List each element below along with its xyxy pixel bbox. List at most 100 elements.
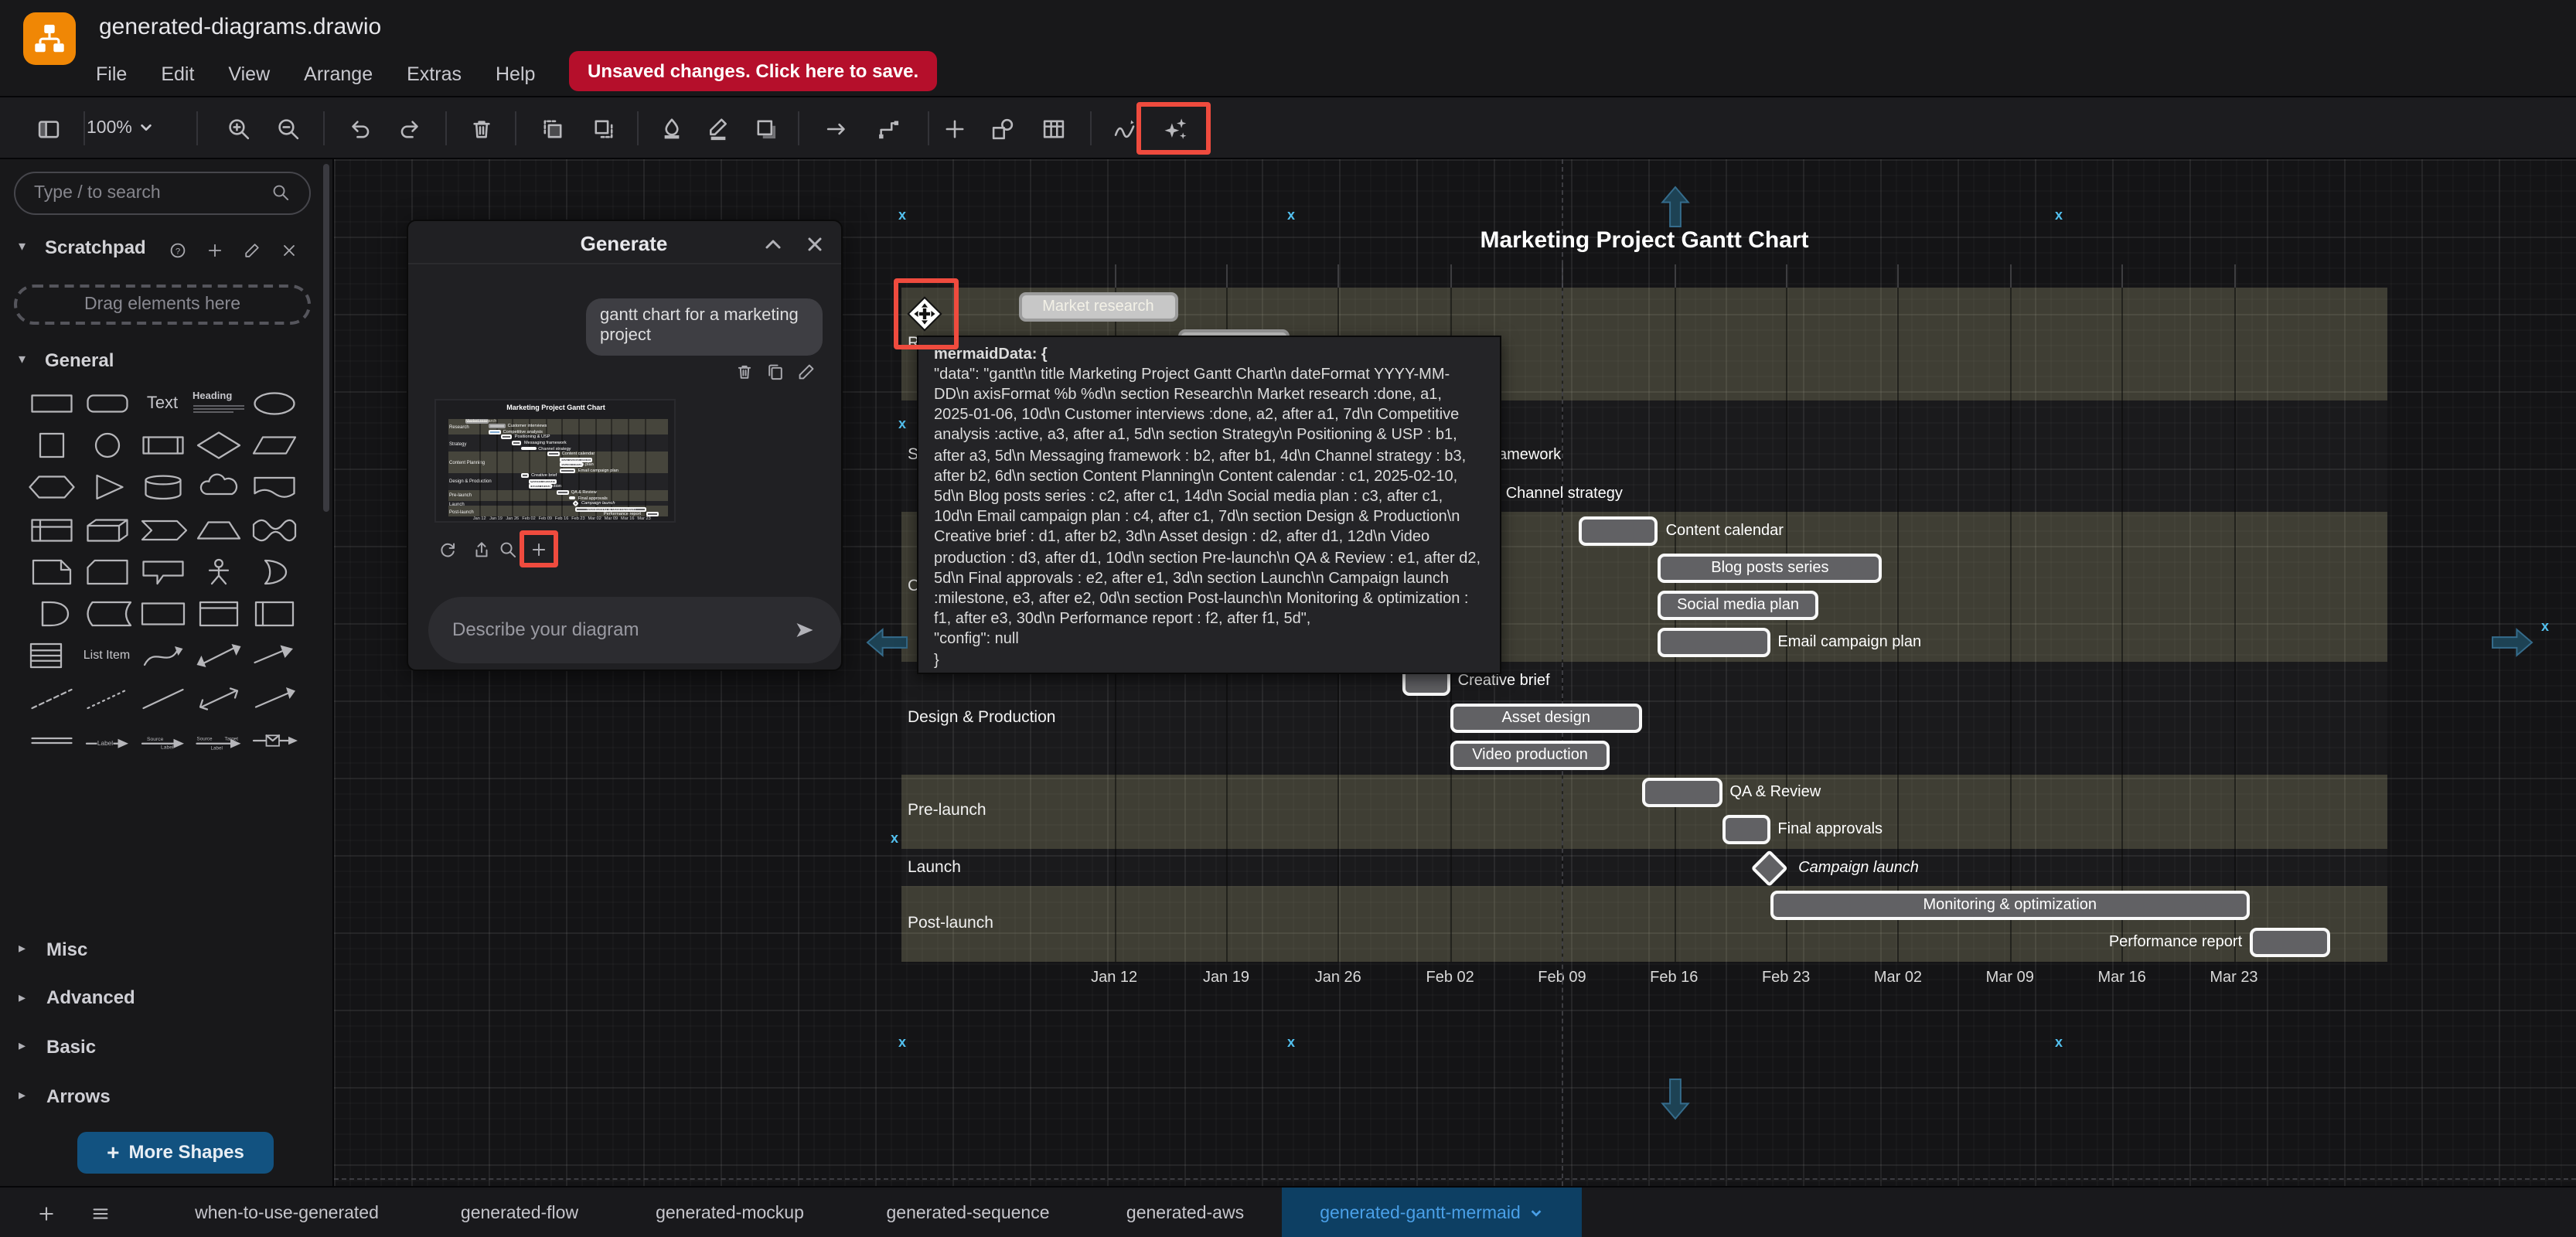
menu-view[interactable]: View xyxy=(228,63,270,85)
shape-or[interactable] xyxy=(248,551,299,591)
sidebar-category-advanced[interactable]: ▸Advanced xyxy=(19,987,135,1008)
share-icon[interactable] xyxy=(471,540,492,561)
shape-link[interactable] xyxy=(26,720,77,760)
shape-document[interactable] xyxy=(248,466,299,506)
gantt-bar-e1[interactable] xyxy=(1642,778,1722,807)
sidebar-section-general[interactable]: ▾ General xyxy=(19,349,114,370)
shape-triangle[interactable] xyxy=(81,466,132,506)
waypoints-icon[interactable] xyxy=(869,110,906,147)
extend-canvas-up-arrow[interactable] xyxy=(1661,186,1690,236)
menu-extras[interactable]: Extras xyxy=(407,63,462,85)
shape-arrow[interactable] xyxy=(248,635,299,675)
shape-circle[interactable] xyxy=(81,424,132,465)
scratchpad-help-icon[interactable]: ? xyxy=(169,239,187,257)
shape-process[interactable] xyxy=(137,424,188,465)
delete-icon[interactable] xyxy=(462,110,499,147)
gantt-bar-e2[interactable] xyxy=(1722,816,1770,845)
to-front-icon[interactable] xyxy=(533,110,571,147)
shape-directional-connector[interactable] xyxy=(248,678,299,718)
send-icon[interactable] xyxy=(792,618,816,642)
shape-bidirectional-connector[interactable] xyxy=(193,678,244,718)
shape-card[interactable] xyxy=(81,551,132,591)
gantt-bar-mini[interactable] xyxy=(560,469,576,473)
shape-cloud[interactable] xyxy=(193,466,244,506)
gantt-bar-mini[interactable] xyxy=(547,452,559,456)
shape-text[interactable]: Text xyxy=(137,383,188,423)
fill-color-icon[interactable] xyxy=(653,110,690,147)
edit-prompt-icon[interactable] xyxy=(796,362,817,383)
shape-hexagon[interactable] xyxy=(26,466,77,506)
undo-icon[interactable] xyxy=(340,110,377,147)
gantt-bar-mini[interactable] xyxy=(501,435,513,440)
shape-trapezoid[interactable] xyxy=(193,509,244,550)
close-icon[interactable] xyxy=(803,233,825,255)
delete-prompt-icon[interactable] xyxy=(734,362,755,383)
shape-curve[interactable] xyxy=(137,635,188,675)
generated-diagram-preview[interactable]: Marketing Project Gantt ChartResearchStr… xyxy=(434,398,675,522)
shape-diamond[interactable] xyxy=(193,424,244,465)
shape-and[interactable] xyxy=(26,593,77,633)
gantt-bar-f2[interactable] xyxy=(2250,928,2329,957)
gantt-bar-mini[interactable] xyxy=(646,512,658,516)
gantt-bar-mini[interactable] xyxy=(513,441,522,445)
shape-ellipse[interactable] xyxy=(248,383,299,423)
shape-arrow-source-label[interactable]: SourceLabel xyxy=(137,720,188,760)
shape-note[interactable] xyxy=(26,551,77,591)
shape-step[interactable] xyxy=(137,509,188,550)
shape-actor[interactable] xyxy=(193,551,244,591)
shape-callout[interactable] xyxy=(137,551,188,591)
shape-dashed-line[interactable] xyxy=(26,678,77,718)
gantt-bar-c1[interactable] xyxy=(1578,516,1658,546)
sidebar-category-misc[interactable]: ▸Misc xyxy=(19,938,87,959)
gantt-bar-c4[interactable] xyxy=(1658,629,1770,658)
shape-internal-storage[interactable] xyxy=(26,509,77,550)
shape-vertical-container[interactable] xyxy=(193,593,244,633)
shape-cylinder[interactable] xyxy=(137,466,188,506)
tab-generated-sequence[interactable]: generated-sequence xyxy=(887,1188,1050,1237)
zoom-level-dropdown[interactable]: 100% xyxy=(87,112,154,143)
tab-generated-flow[interactable]: generated-flow xyxy=(461,1188,578,1237)
menu-arrange[interactable]: Arrange xyxy=(304,63,373,85)
menu-file[interactable]: File xyxy=(96,63,127,85)
line-color-icon[interactable] xyxy=(699,110,736,147)
search-input[interactable]: Type / to search xyxy=(14,171,311,214)
pages-menu-icon[interactable] xyxy=(90,1203,111,1225)
sidebar-toggle-icon[interactable] xyxy=(29,110,66,147)
tab-generated-mockup[interactable]: generated-mockup xyxy=(656,1188,804,1237)
zoom-in-icon[interactable] xyxy=(220,110,257,147)
sidebar-section-scratchpad[interactable]: ▾ Scratchpad xyxy=(19,236,146,257)
shape-picker-icon[interactable] xyxy=(983,110,1021,147)
shape-arrow-source-label-target[interactable]: SourceLabelTarget xyxy=(193,720,244,760)
shape-arrow-with-label[interactable]: Label xyxy=(81,720,132,760)
diagram-prompt-input[interactable]: Describe your diagram xyxy=(428,596,840,663)
shape-dotted-line[interactable] xyxy=(81,678,132,718)
shape-list-item[interactable]: List Item xyxy=(81,635,132,675)
shape-bidirectional-arrow[interactable] xyxy=(193,635,244,675)
sidebar-category-arrows[interactable]: ▸Arrows xyxy=(19,1085,111,1106)
tab-generated-aws[interactable]: generated-aws xyxy=(1126,1188,1244,1237)
scratchpad-close-icon[interactable] xyxy=(280,239,298,257)
add-page-icon[interactable] xyxy=(36,1203,57,1225)
copy-prompt-icon[interactable] xyxy=(765,362,786,383)
gantt-bar-mini[interactable] xyxy=(522,474,529,479)
redo-icon[interactable] xyxy=(391,110,428,147)
shape-list[interactable] xyxy=(26,635,77,675)
shape-parallelogram[interactable] xyxy=(248,424,299,465)
shape-heading[interactable]: Heading xyxy=(193,383,244,423)
menu-edit[interactable]: Edit xyxy=(161,63,194,85)
shadow-icon[interactable] xyxy=(747,110,784,147)
menu-help[interactable]: Help xyxy=(496,63,535,85)
scratchpad-add-icon[interactable] xyxy=(206,239,224,257)
extend-canvas-down-arrow[interactable] xyxy=(1661,1078,1690,1128)
gantt-bar-mini[interactable] xyxy=(557,490,569,495)
connection-icon[interactable] xyxy=(818,110,855,147)
shape-cube[interactable] xyxy=(81,509,132,550)
shape-line[interactable] xyxy=(137,678,188,718)
unsaved-changes-button[interactable]: Unsaved changes. Click here to save. xyxy=(569,51,937,91)
sidebar-scrollbar[interactable] xyxy=(323,163,329,511)
table-icon[interactable] xyxy=(1034,110,1072,147)
shape-square[interactable] xyxy=(26,424,77,465)
zoom-out-icon[interactable] xyxy=(269,110,306,147)
shape-horizontal-container[interactable] xyxy=(248,593,299,633)
shape-rectangle[interactable] xyxy=(26,383,77,423)
